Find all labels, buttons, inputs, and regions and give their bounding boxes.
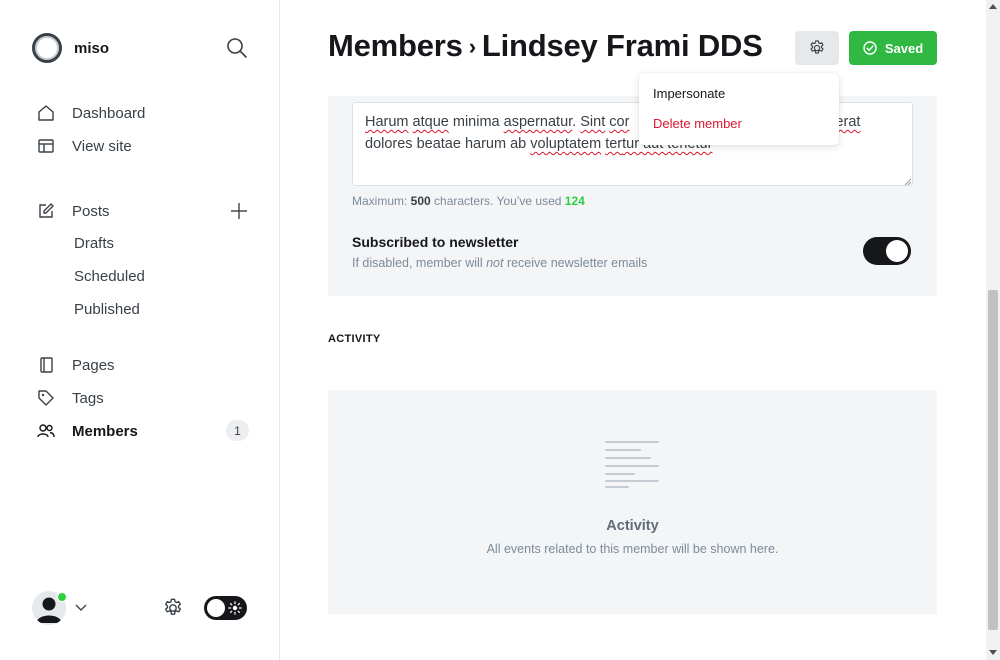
members-icon xyxy=(36,421,56,441)
resize-handle-icon[interactable] xyxy=(904,178,912,186)
nav-item-tags[interactable]: Tags xyxy=(36,387,104,409)
sun-icon xyxy=(228,601,242,615)
note-text: erat xyxy=(835,114,861,130)
page-icon xyxy=(36,355,56,375)
text-lines-icon xyxy=(605,441,659,488)
page-scrollbar[interactable] xyxy=(986,0,1000,660)
note-text: minima xyxy=(448,114,504,130)
newsletter-desc-prefix: If disabled, member will xyxy=(352,256,487,270)
new-post-plus-icon[interactable] xyxy=(228,200,250,222)
nav-item-posts[interactable]: Posts xyxy=(36,200,110,222)
activity-section-label: ACTIVITY xyxy=(328,333,381,345)
newsletter-description: If disabled, member will not receive new… xyxy=(352,256,647,270)
note-text: cor xyxy=(609,114,630,130)
nav-label-view-site: View site xyxy=(72,137,132,155)
scroll-down-arrow-icon[interactable] xyxy=(989,650,997,655)
activity-empty-description: All events related to this member will b… xyxy=(486,542,779,556)
hint-used: 124 xyxy=(564,194,585,208)
online-status-dot xyxy=(57,592,67,602)
newsletter-desc-suffix: receive newsletter emails xyxy=(503,256,648,270)
hint-mid: characters. You’ve used xyxy=(430,194,565,208)
note-text: ter xyxy=(605,136,623,152)
app-root: miso Dashboard View site Posts Drafts Sc… xyxy=(0,0,1000,660)
nav-item-drafts[interactable]: Drafts xyxy=(74,235,114,252)
layout-icon xyxy=(36,136,56,156)
nav-label-tags: Tags xyxy=(72,389,104,407)
impersonate-menu-item[interactable]: Impersonate xyxy=(639,79,839,109)
note-text: Sint xyxy=(580,114,606,130)
gear-icon[interactable] xyxy=(162,597,184,619)
theme-toggle-knob xyxy=(207,599,225,617)
nav-item-published[interactable]: Published xyxy=(74,301,140,318)
brand-name: miso xyxy=(74,39,110,57)
nav-item-view-site[interactable]: View site xyxy=(36,135,132,157)
breadcrumb-members-link[interactable]: Members xyxy=(328,28,463,63)
gear-icon xyxy=(810,40,824,54)
character-count-hint: Maximum: 500 characters. You’ve used 124 xyxy=(352,194,585,208)
note-text: aspernatur xyxy=(503,114,573,130)
newsletter-desc-em: not xyxy=(486,256,504,270)
sidebar: miso Dashboard View site Posts Drafts Sc… xyxy=(0,0,280,660)
nav-label-pages: Pages xyxy=(72,356,115,374)
scroll-up-arrow-icon[interactable] xyxy=(989,4,997,9)
activity-empty-state: Activity All events related to this memb… xyxy=(328,390,937,614)
page-title: Members › Lindsey Frami DDS xyxy=(328,28,763,64)
member-actions-dropdown: Impersonate Delete member xyxy=(639,73,839,145)
note-text: Harum xyxy=(365,114,409,130)
scroll-thumb[interactable] xyxy=(988,290,998,630)
breadcrumb-separator: › xyxy=(468,34,476,59)
chevron-down-icon[interactable] xyxy=(74,600,88,614)
main-content: Members › Lindsey Frami DDS Saved Harum at… xyxy=(280,0,986,660)
note-text: atque xyxy=(412,114,449,130)
nav-label-dashboard: Dashboard xyxy=(72,104,146,122)
nav-item-scheduled[interactable]: Scheduled xyxy=(74,268,145,285)
hint-max: 500 xyxy=(410,194,431,208)
nav-label-posts: Posts xyxy=(72,202,110,220)
members-count-badge: 1 xyxy=(226,420,249,441)
nav-item-members[interactable]: Members xyxy=(36,420,138,442)
member-details-panel: Harum atque minima aspernatur. Sint cor e… xyxy=(328,96,937,296)
edit-icon xyxy=(36,201,56,221)
theme-toggle[interactable] xyxy=(204,596,247,620)
activity-empty-title: Activity xyxy=(606,518,659,534)
hint-prefix: Maximum: xyxy=(352,194,411,208)
nav-item-dashboard[interactable]: Dashboard xyxy=(36,102,145,124)
home-icon xyxy=(36,103,56,123)
nav-label-members: Members xyxy=(72,422,138,440)
delete-member-menu-item[interactable]: Delete member xyxy=(639,109,839,139)
tag-icon xyxy=(36,388,56,408)
note-text: dolores beatae harum ab xyxy=(365,136,531,152)
newsletter-toggle[interactable] xyxy=(863,237,911,265)
nav-item-pages[interactable]: Pages xyxy=(36,354,115,376)
check-circle-icon xyxy=(863,41,877,55)
brand-logo-icon xyxy=(32,33,62,63)
brand[interactable]: miso xyxy=(32,33,109,63)
newsletter-title: Subscribed to newsletter xyxy=(352,234,519,250)
saved-label: Saved xyxy=(884,40,924,56)
newsletter-toggle-knob xyxy=(886,240,908,262)
member-name-title: Lindsey Frami DDS xyxy=(481,28,763,63)
member-actions-button[interactable] xyxy=(795,31,839,65)
saved-button[interactable]: Saved xyxy=(849,31,937,65)
search-icon[interactable] xyxy=(226,37,248,59)
note-text: voluptatem xyxy=(530,136,602,152)
